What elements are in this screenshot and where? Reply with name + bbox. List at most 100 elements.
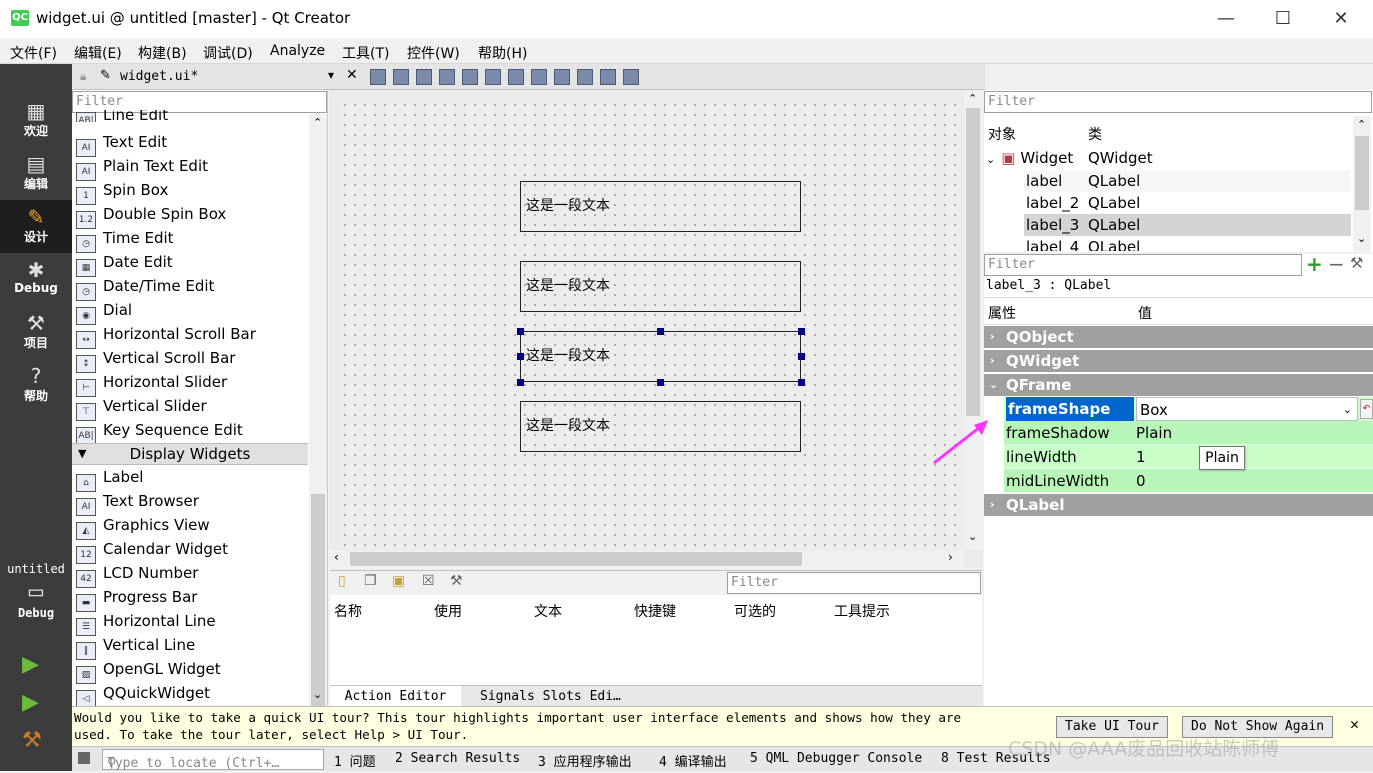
delete-icon[interactable]: ☒ xyxy=(422,573,435,589)
adjust-size-icon[interactable] xyxy=(623,69,639,85)
menu-build[interactable]: 构建(B) xyxy=(138,43,187,63)
menu-widgets[interactable]: 控件(W) xyxy=(407,43,460,63)
output-pane-compile[interactable]: 4 编译输出 xyxy=(659,751,727,770)
widget-box-item[interactable]: ☰ Horizontal Line xyxy=(76,609,308,636)
scroll-up-icon[interactable]: ⌃ xyxy=(1357,118,1366,131)
tree-row-widget[interactable]: ⌄ ▣ Widget QWidget xyxy=(986,147,1153,169)
edit-buddies-icon[interactable] xyxy=(416,69,432,85)
widget-box-item[interactable]: 42 LCD Number xyxy=(76,561,308,588)
file-tab[interactable]: widget.ui* xyxy=(120,69,198,84)
form-grid[interactable]: 这是一段文本 这是一段文本 这是一段文本 这是一段文本 xyxy=(340,100,964,550)
object-filter-input[interactable]: Filter xyxy=(984,91,1372,113)
widget-box-item[interactable]: ◭ Graphics View xyxy=(76,513,308,540)
resize-handle[interactable] xyxy=(798,328,805,335)
canvas-hscrollbar[interactable]: ‹ › xyxy=(330,550,964,568)
column-header[interactable]: 文本 xyxy=(534,601,562,621)
menu-tools[interactable]: 工具(T) xyxy=(342,43,389,63)
canvas-vscrollbar[interactable]: ⌃ ⌄ xyxy=(964,90,982,550)
layout-horizontal-icon[interactable] xyxy=(462,69,478,85)
scroll-right-icon[interactable]: › xyxy=(948,550,953,564)
widget-box-item[interactable]: AI Plain Text Edit xyxy=(76,154,308,181)
widget-box-item[interactable]: ↕ Vertical Scroll Bar xyxy=(76,346,308,373)
remove-property-icon[interactable]: − xyxy=(1328,252,1345,276)
run-button[interactable]: ▶ xyxy=(22,652,39,677)
scroll-left-icon[interactable]: ‹ xyxy=(334,550,339,564)
property-filter-input[interactable]: Filter xyxy=(984,254,1302,276)
mode-debug[interactable]: ✱ Debug xyxy=(0,253,72,306)
scroll-up-icon[interactable]: ⌃ xyxy=(313,116,322,129)
tree-row-label[interactable]: label QLabel xyxy=(1024,170,1351,192)
widget-box-item[interactable]: ⌂ Label xyxy=(76,465,308,492)
mode-projects[interactable]: ⚒ 项目 xyxy=(0,306,72,359)
column-header[interactable]: 属性 xyxy=(988,303,1016,323)
action-filter-input[interactable]: Filter xyxy=(727,572,981,594)
mode-edit[interactable]: ▤ 编辑 xyxy=(0,147,72,200)
widget-box-item[interactable]: ▦ Date Edit xyxy=(76,250,308,277)
scrollbar-thumb[interactable] xyxy=(1355,136,1369,210)
tree-row-label-2[interactable]: label_2 QLabel xyxy=(1024,192,1140,214)
layout-vertical-icon[interactable] xyxy=(485,69,501,85)
debug-run-button[interactable]: ▶ xyxy=(22,690,39,715)
output-pane-search[interactable]: 2 Search Results xyxy=(395,751,520,766)
tree-row-label-4[interactable]: label_4 QLabel xyxy=(1024,236,1140,251)
category-qlabel[interactable]: › QLabel xyxy=(984,494,1373,516)
column-header[interactable]: 对象 xyxy=(988,124,1016,144)
column-header[interactable]: 快捷键 xyxy=(634,601,676,621)
widget-box-item[interactable]: AB| Key Sequence Edit xyxy=(76,418,308,445)
configure-icon[interactable]: ⚒ xyxy=(450,573,463,589)
scroll-down-icon[interactable]: ⌄ xyxy=(313,688,322,701)
widget-box-item[interactable]: ‖ Vertical Line xyxy=(76,633,308,660)
layout-horizontal-splitter-icon[interactable] xyxy=(508,69,524,85)
scroll-up-icon[interactable]: ⌃ xyxy=(968,92,977,105)
paste-icon[interactable]: ▣ xyxy=(392,573,405,589)
close-button[interactable]: ✕ xyxy=(1318,4,1364,34)
mode-design[interactable]: ✎ 设计 xyxy=(0,200,72,253)
scrollbar-thumb[interactable] xyxy=(311,494,325,708)
tree-row-label-3-selected[interactable]: label_3 QLabel xyxy=(1024,214,1351,236)
resize-handle[interactable] xyxy=(517,353,524,360)
tab-signals-slots[interactable]: Signals Slots Edi… xyxy=(480,686,621,708)
layout-form-icon[interactable] xyxy=(554,69,570,85)
widget-box-item[interactable]: ◉ Dial xyxy=(76,298,308,325)
edit-tab-order-icon[interactable] xyxy=(439,69,455,85)
column-header[interactable]: 可选的 xyxy=(734,601,776,621)
menu-edit[interactable]: 编辑(E) xyxy=(74,43,122,63)
menu-file[interactable]: 文件(F) xyxy=(10,43,57,63)
copy-icon[interactable]: ❐ xyxy=(364,573,377,589)
menu-help[interactable]: 帮助(H) xyxy=(478,43,527,63)
widget-box-item[interactable]: ⊤ Vertical Slider xyxy=(76,394,308,421)
output-pane-qml-debugger[interactable]: 5 QML Debugger Console xyxy=(750,751,922,766)
widget-box-item[interactable]: 1.2 Double Spin Box xyxy=(76,202,308,229)
property-row-midlinewidth[interactable]: midLineWidth 0 xyxy=(1004,469,1373,493)
break-layout-icon[interactable] xyxy=(600,69,616,85)
display-widgets-category[interactable]: ▼ Display Widgets xyxy=(72,443,308,465)
column-header[interactable]: 值 xyxy=(1138,303,1152,323)
maximize-button[interactable]: ☐ xyxy=(1260,4,1306,34)
property-row-frameshadow[interactable]: frameShadow Plain xyxy=(1004,421,1373,445)
resize-handle[interactable] xyxy=(517,328,524,335)
mode-welcome[interactable]: ▦ 欢迎 xyxy=(0,94,72,147)
category-qwidget[interactable]: › QWidget xyxy=(984,350,1373,372)
new-action-icon[interactable]: ▯ xyxy=(338,573,346,589)
widget-box-item[interactable]: ↔ Horizontal Scroll Bar xyxy=(76,322,308,349)
reset-property-icon[interactable]: ↶ xyxy=(1360,399,1373,419)
canvas-label-4[interactable]: 这是一段文本 xyxy=(520,401,801,452)
layout-vertical-splitter-icon[interactable] xyxy=(531,69,547,85)
resize-handle[interactable] xyxy=(657,328,664,335)
output-pane-issues[interactable]: 1 问题 xyxy=(334,751,376,770)
widget-box-item[interactable]: ▨ OpenGL Widget xyxy=(76,657,308,684)
edit-signals-icon[interactable] xyxy=(393,69,409,85)
widget-box-item[interactable]: ⊢ Horizontal Slider xyxy=(76,370,308,397)
widget-box-item[interactable]: ▬ Progress Bar xyxy=(76,585,308,612)
column-header[interactable]: 工具提示 xyxy=(834,601,890,621)
widget-box-item[interactable]: ◷ Date/Time Edit xyxy=(76,274,308,301)
toggle-sidebar-icon[interactable] xyxy=(78,752,90,764)
widget-box-item[interactable]: AI Text Edit xyxy=(76,130,308,157)
close-icon[interactable]: ✕ xyxy=(1350,716,1359,733)
resize-handle[interactable] xyxy=(657,379,664,386)
widget-box-item[interactable]: ◁ QQuickWidget xyxy=(76,681,308,708)
widget-box-item[interactable]: ◷ Time Edit xyxy=(76,226,308,253)
layout-grid-icon[interactable] xyxy=(577,69,593,85)
widget-box-item[interactable]: 1 Spin Box xyxy=(76,178,308,205)
canvas-label-3-selected[interactable]: 这是一段文本 xyxy=(520,331,801,382)
